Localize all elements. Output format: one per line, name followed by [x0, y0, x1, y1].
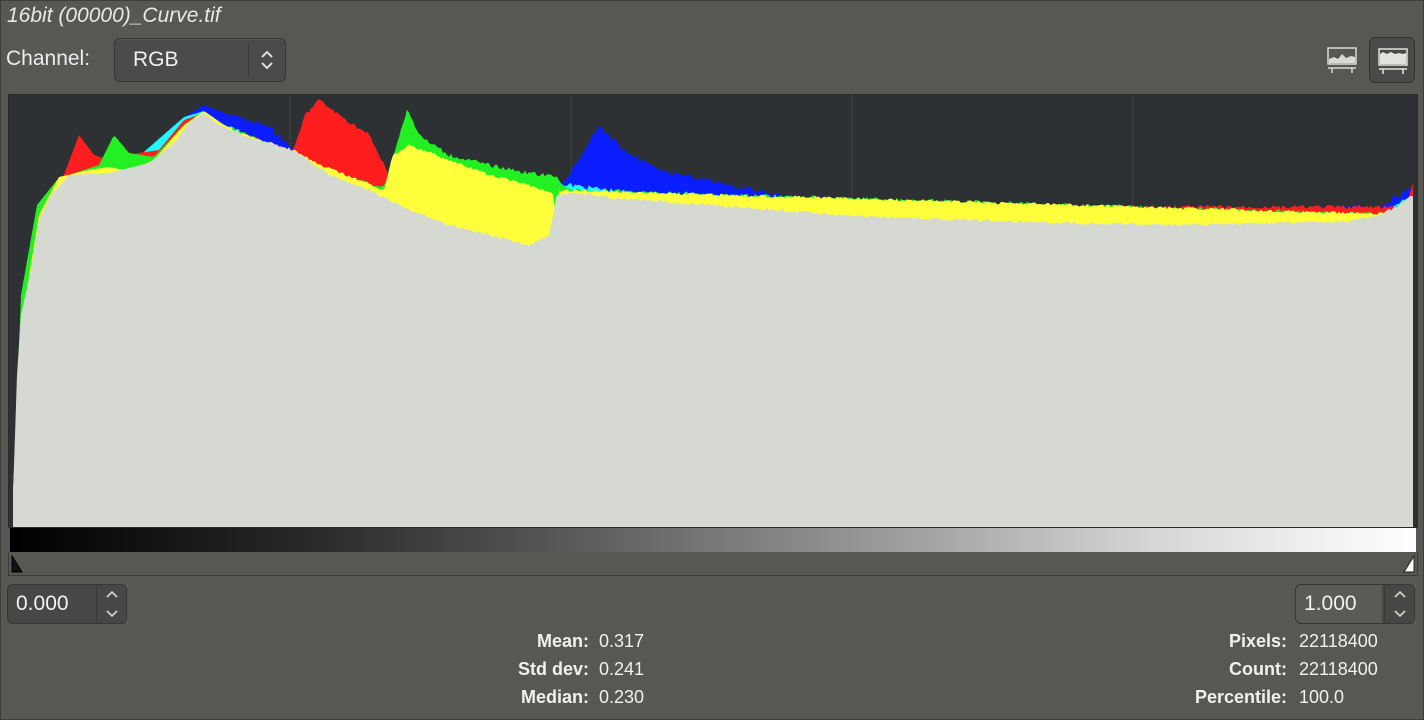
lower-range-handle[interactable] [11, 554, 23, 573]
upper-range-spinbox[interactable] [1295, 584, 1415, 624]
count-value: 22118400 [1299, 659, 1378, 679]
updown-chevron-icon [254, 46, 280, 74]
histogram-value-layer [13, 113, 1413, 527]
pixels-label: Pixels: [1228, 631, 1287, 651]
histogram-channels [13, 99, 1413, 527]
upper-range-input[interactable] [1296, 585, 1382, 623]
range-slider[interactable] [8, 552, 1418, 576]
lower-range-spinbox[interactable] [7, 584, 127, 624]
upper-range-stepper [1384, 585, 1415, 623]
window-title: 16bit (00000)_Curve.tif [7, 4, 221, 27]
chevron-down-icon [106, 610, 118, 618]
stats-right: Pixels: 22118400 Count: 22118400 Percent… [1, 631, 1421, 715]
count-label: Count: [1229, 659, 1287, 679]
percentile-value: 100.0 [1299, 687, 1345, 707]
linear-histogram-button[interactable] [1319, 37, 1365, 83]
pixels-value: 22118400 [1299, 631, 1378, 651]
lower-range-input[interactable] [8, 585, 94, 623]
lower-decrement-button[interactable] [97, 604, 127, 623]
histogram-view[interactable] [8, 94, 1418, 528]
channel-select-divider [248, 43, 249, 77]
chevron-up-icon [1394, 590, 1406, 598]
chevron-down-icon [1394, 610, 1406, 618]
value-gradient-strip [10, 528, 1416, 552]
stat-row-pixels: Pixels: 22118400 [1, 631, 1421, 655]
channel-select-value: RGB [133, 48, 179, 71]
percentile-label: Percentile: [1194, 687, 1287, 707]
chevron-up-icon [106, 590, 118, 598]
upper-decrement-button[interactable] [1385, 604, 1415, 623]
histogram-plot [13, 95, 1413, 527]
lower-range-stepper [96, 585, 127, 623]
stat-row-count: Count: 22118400 [1, 659, 1421, 683]
lower-increment-button[interactable] [97, 585, 127, 604]
channel-select[interactable]: RGB [114, 38, 286, 82]
histogram-dialog: 16bit (00000)_Curve.tif Channel: RGB 0.0… [0, 0, 1424, 720]
upper-increment-button[interactable] [1385, 585, 1415, 604]
channel-label: Channel: [6, 47, 91, 70]
stat-row-percentile: Percentile: 100.0 [1, 687, 1421, 711]
upper-range-handle[interactable] [1403, 554, 1415, 573]
logarithmic-histogram-button[interactable] [1369, 37, 1415, 83]
